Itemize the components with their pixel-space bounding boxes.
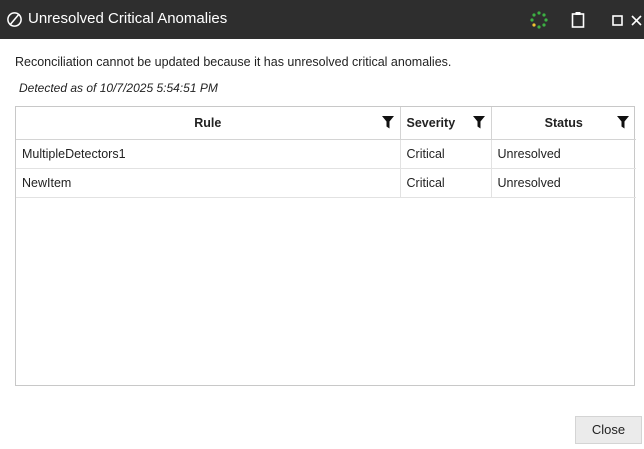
anomaly-message: Reconciliation cannot be updated because…: [15, 55, 452, 69]
dialog-title: Unresolved Critical Anomalies: [28, 10, 228, 27]
anomalies-grid: Rule Severity Status MultipleDetectors1 …: [15, 106, 636, 386]
detected-prefix: Detected as of: [19, 81, 97, 95]
severity-cell: Critical: [400, 168, 492, 198]
close-button[interactable]: Close: [575, 416, 642, 444]
table-row[interactable]: MultipleDetectors1 Critical Unresolved: [16, 139, 636, 169]
column-header-status[interactable]: Status: [491, 107, 636, 140]
dialog-titlebar: Unresolved Critical Anomalies: [0, 0, 644, 39]
status-cell: Unresolved: [491, 168, 636, 198]
detected-timestamp: 10/7/2025 5:54:51 PM: [99, 81, 218, 95]
close-icon[interactable]: [628, 10, 644, 30]
column-header-label: Rule: [194, 116, 222, 130]
column-header-label: Status: [544, 116, 583, 130]
unresolved-anomalies-dialog: Unresolved Critical Anomalies Reconcilia…: [0, 0, 644, 449]
spinner-icon[interactable]: [529, 10, 549, 30]
filter-icon[interactable]: [616, 116, 629, 129]
rule-cell: NewItem: [16, 168, 401, 198]
status-cell: Unresolved: [491, 139, 636, 169]
maximize-icon[interactable]: [608, 10, 628, 30]
column-header-label: Severity: [406, 116, 456, 130]
detected-timestamp-line: Detected as of 10/7/2025 5:54:51 PM: [19, 80, 218, 96]
column-header-severity[interactable]: Severity: [400, 107, 492, 140]
severity-cell: Critical: [400, 139, 492, 169]
clipboard-icon[interactable]: [568, 10, 588, 30]
filter-icon[interactable]: [382, 116, 394, 129]
filter-icon[interactable]: [472, 116, 485, 129]
slashed-circle-icon: [7, 12, 22, 27]
column-header-rule[interactable]: Rule: [16, 107, 401, 140]
anomalies-table: Rule Severity Status MultipleDetectors1 …: [16, 107, 636, 198]
table-row[interactable]: NewItem Critical Unresolved: [16, 168, 636, 198]
grid-header-row: Rule Severity Status: [16, 107, 636, 140]
rule-cell: MultipleDetectors1: [16, 139, 401, 169]
